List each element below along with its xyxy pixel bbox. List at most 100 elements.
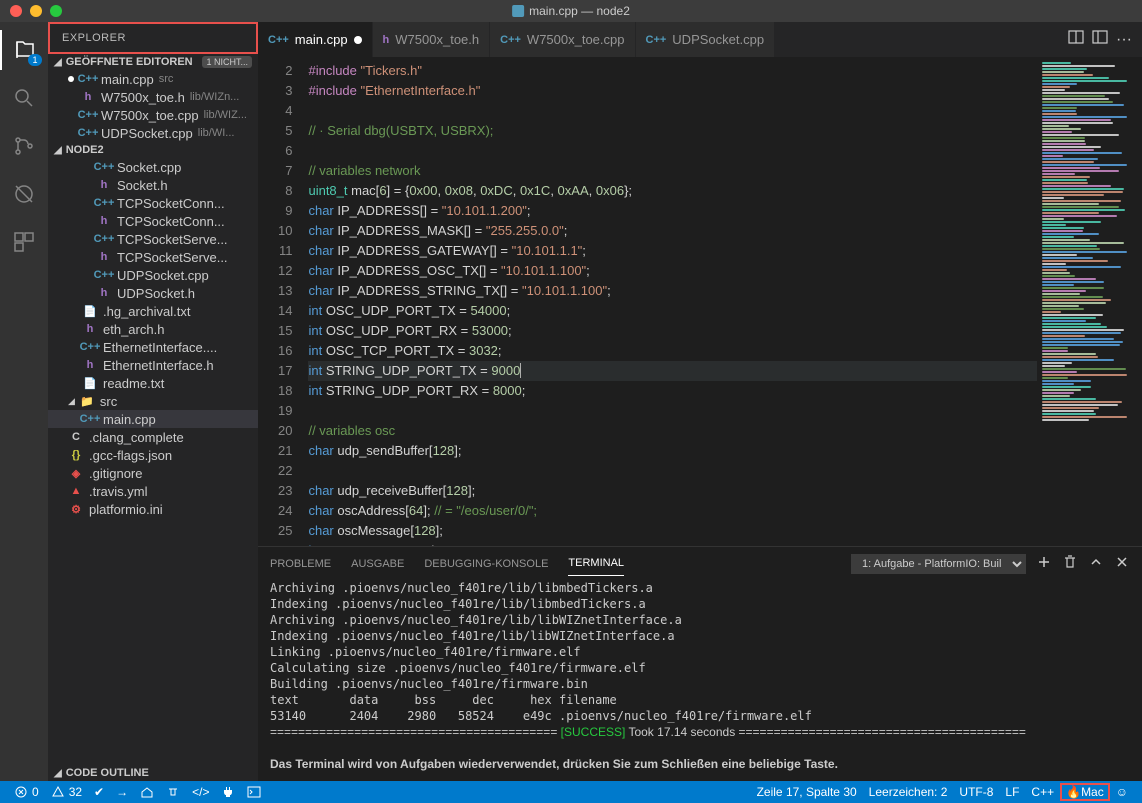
status-cursor-position[interactable]: Zeile 17, Spalte 30 xyxy=(751,785,863,799)
tab-debug-console[interactable]: DEBUGGING-KONSOLE xyxy=(424,552,548,576)
status-errors[interactable]: 0 xyxy=(8,785,45,799)
file-path: lib/WI... xyxy=(198,127,235,139)
status-arrow-icon[interactable]: → xyxy=(110,785,134,799)
status-warnings[interactable]: 32 xyxy=(45,785,88,799)
file-name: .clang_complete xyxy=(89,430,184,445)
file-item[interactable]: hUDPSocket.h xyxy=(48,284,258,302)
status-platform[interactable]: 🔥Mac xyxy=(1060,783,1110,801)
zoom-window-button[interactable] xyxy=(50,5,62,17)
more-icon[interactable]: ··· xyxy=(1116,31,1132,49)
tab-terminal[interactable]: TERMINAL xyxy=(568,551,624,576)
file-item[interactable]: heth_arch.h xyxy=(48,320,258,338)
file-item[interactable]: C++EthernetInterface.... xyxy=(48,338,258,356)
close-panel-icon[interactable] xyxy=(1114,554,1130,573)
file-icon: C++ xyxy=(96,231,112,247)
file-name: TCPSocketServe... xyxy=(117,232,228,247)
status-language[interactable]: C++ xyxy=(1025,785,1060,799)
status-feedback-icon[interactable]: ☺ xyxy=(1110,785,1134,799)
file-item[interactable]: ⚙platformio.ini xyxy=(48,500,258,518)
file-icon: h xyxy=(82,321,98,337)
file-name: TCPSocketConn... xyxy=(117,196,225,211)
file-item[interactable]: 📄.hg_archival.txt xyxy=(48,302,258,320)
file-icon: C++ xyxy=(80,71,96,87)
trash-icon[interactable] xyxy=(1062,554,1078,573)
file-item[interactable]: {}.gcc-flags.json xyxy=(48,446,258,464)
editor-tab[interactable]: hW7500x_toe.h xyxy=(373,22,491,57)
status-prompt-icon[interactable] xyxy=(241,785,267,799)
file-item[interactable]: hEthernetInterface.h xyxy=(48,356,258,374)
status-home-icon[interactable] xyxy=(134,785,160,799)
extensions-icon[interactable] xyxy=(0,222,48,262)
file-item[interactable]: C++ TCPSocketServe... xyxy=(48,230,258,248)
dirty-indicator xyxy=(354,36,362,44)
terminal-output[interactable]: Archiving .pioenvs/nucleo_f401re/lib/lib… xyxy=(258,580,1142,781)
status-trash-icon[interactable] xyxy=(160,785,186,799)
status-check-icon[interactable]: ✔ xyxy=(88,785,110,799)
tab-output[interactable]: AUSGABE xyxy=(351,552,404,576)
titlebar: main.cpp — node2 xyxy=(0,0,1142,22)
open-editor-item[interactable]: hW7500x_toe.hlib/WIZn... xyxy=(48,88,258,106)
code-editor[interactable]: 2345678910111213141516171819202122232425… xyxy=(258,57,1037,546)
source-control-icon[interactable] xyxy=(0,126,48,166)
file-item[interactable]: ◈.gitignore xyxy=(48,464,258,482)
open-editor-item[interactable]: C++UDPSocket.cpplib/WI... xyxy=(48,124,258,142)
chevron-down-icon: ◢ xyxy=(54,145,62,156)
layout-icon[interactable] xyxy=(1092,29,1108,50)
chevron-up-icon[interactable] xyxy=(1088,554,1104,573)
debug-icon[interactable] xyxy=(0,174,48,214)
file-name: W7500x_toe.h xyxy=(101,90,185,105)
file-name: main.cpp xyxy=(101,72,154,87)
traffic-lights xyxy=(0,5,62,17)
open-editor-item[interactable]: C++main.cppsrc xyxy=(48,70,258,88)
file-item[interactable]: C++Socket.cpp xyxy=(48,158,258,176)
new-terminal-icon[interactable] xyxy=(1036,554,1052,573)
editor-tab[interactable]: C++W7500x_toe.cpp xyxy=(490,22,635,57)
file-item[interactable]: C++ UDPSocket.cpp xyxy=(48,266,258,284)
tab-problems[interactable]: PROBLEME xyxy=(270,552,331,576)
split-editor-icon[interactable] xyxy=(1068,29,1084,50)
file-icon: C++ xyxy=(80,107,96,123)
file-item[interactable]: hTCPSocketConn... xyxy=(48,212,258,230)
file-icon: h xyxy=(96,177,112,193)
tab-label: W7500x_toe.cpp xyxy=(527,32,625,47)
status-eol[interactable]: LF xyxy=(999,785,1025,799)
file-item[interactable]: hTCPSocketServe... xyxy=(48,248,258,266)
editor-tab[interactable]: C++main.cpp xyxy=(258,22,373,57)
minimap[interactable] xyxy=(1037,57,1142,546)
editor-tab[interactable]: C++UDPSocket.cpp xyxy=(636,22,776,57)
minimize-window-button[interactable] xyxy=(30,5,42,17)
dirty-indicator xyxy=(68,76,74,82)
status-code-icon[interactable]: </> xyxy=(186,785,215,799)
file-item[interactable]: 📄readme.txt xyxy=(48,374,258,392)
file-name: .gitignore xyxy=(89,466,142,481)
tab-label: UDPSocket.cpp xyxy=(672,32,764,47)
file-item[interactable]: C.clang_complete xyxy=(48,428,258,446)
code-outline-header[interactable]: ◢ Code Outline xyxy=(48,765,258,781)
search-icon[interactable] xyxy=(0,78,48,118)
file-item[interactable]: C++main.cpp xyxy=(48,410,258,428)
folder-item[interactable]: ◢📁src xyxy=(48,392,258,410)
panel-tabs: PROBLEME AUSGABE DEBUGGING-KONSOLE TERMI… xyxy=(258,547,1142,580)
folder-name: src xyxy=(100,394,117,409)
file-icon: h xyxy=(383,34,390,46)
file-name: UDPSocket.cpp xyxy=(117,268,209,283)
explorer-icon[interactable]: 1 xyxy=(0,30,48,70)
terminal-select[interactable]: 1: Aufgabe - PlatformIO: Buil xyxy=(851,554,1026,574)
status-indent[interactable]: Leerzeichen: 2 xyxy=(863,785,954,799)
file-icon: {} xyxy=(68,447,84,463)
file-item[interactable]: hSocket.h xyxy=(48,176,258,194)
close-window-button[interactable] xyxy=(10,5,22,17)
file-icon: h xyxy=(96,213,112,229)
project-header[interactable]: ◢ NODE2 xyxy=(48,142,258,158)
file-item[interactable]: C++TCPSocketConn... xyxy=(48,194,258,212)
open-editors-label: Geöffnete Editoren xyxy=(66,56,193,68)
file-icon: C++ xyxy=(96,267,112,283)
open-editors-header[interactable]: ◢ Geöffnete Editoren 1 NICHT... xyxy=(48,54,258,70)
open-editor-item[interactable]: C++W7500x_toe.cpplib/WIZ... xyxy=(48,106,258,124)
status-plug-icon[interactable] xyxy=(215,785,241,799)
status-encoding[interactable]: UTF-8 xyxy=(953,785,999,799)
file-item[interactable]: ▲.travis.yml xyxy=(48,482,258,500)
file-name: .hg_archival.txt xyxy=(103,304,190,319)
outline-label: Code Outline xyxy=(66,767,149,779)
open-editors-tag: 1 NICHT... xyxy=(202,56,252,68)
